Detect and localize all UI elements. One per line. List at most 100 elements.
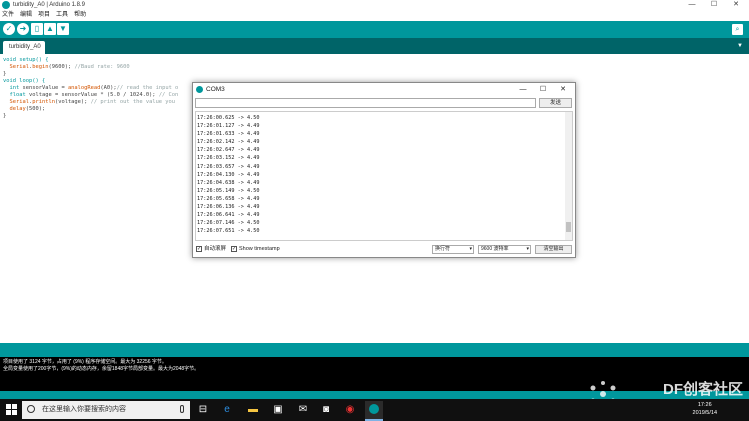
serial-line: 17:26:06.136 -> 4.49	[197, 204, 260, 211]
edge-browser-icon[interactable]: e	[220, 403, 234, 417]
new-sketch-icon[interactable]: ▯	[31, 23, 43, 35]
serial-line: 17:26:01.633 -> 4.49	[197, 131, 260, 138]
netease-music-icon[interactable]: ◉	[343, 403, 357, 417]
code-token: }	[3, 71, 7, 77]
clock-time: 17:26	[697, 402, 712, 408]
save-sketch-icon[interactable]: ▼	[57, 23, 69, 35]
line-ending-select[interactable]: 换行符 ▾	[432, 245, 474, 254]
arduino-app-icon	[2, 1, 10, 9]
minimize-icon[interactable]: —	[681, 0, 703, 10]
code-token: //Baud rate: 9600	[74, 64, 130, 70]
ide-menu-bar: 文件 编辑 项目 工具 帮助	[0, 10, 749, 21]
serial-line: 17:26:04.130 -> 4.49	[197, 171, 260, 178]
baud-rate-select[interactable]: 9600 波特率 ▾	[478, 245, 531, 254]
serial-line: 17:26:01.127 -> 4.49	[197, 123, 260, 130]
code-token: begin	[32, 64, 49, 70]
code-line: }	[3, 71, 749, 78]
serial-monitor-title-bar: COM3 — ☐ ✕	[193, 83, 575, 96]
windows-taskbar: 在这里输入你要搜索的内容 ⊟ e ▬ ▣ ✉ ◙ ◉ 17:26 2019/5/…	[0, 399, 749, 421]
mail-icon[interactable]: ✉	[296, 403, 310, 417]
taskbar-search-input[interactable]: 在这里输入你要搜索的内容	[22, 401, 190, 419]
maximize-icon[interactable]: ☐	[703, 0, 725, 10]
code-token: (9600);	[48, 64, 75, 70]
maximize-icon[interactable]: ☐	[533, 83, 553, 96]
serial-line: 17:26:02.142 -> 4.49	[197, 139, 260, 146]
tab-menu-icon[interactable]: ▼	[735, 42, 745, 51]
autoscroll-label: 自动滚屏	[204, 246, 227, 252]
code-token: Serial	[9, 99, 29, 105]
code-token: // Con	[158, 92, 179, 98]
serial-line: 17:26:05.658 -> 4.49	[197, 195, 260, 202]
clear-output-button[interactable]: 清空输出	[535, 245, 572, 254]
code-line: void setup() {	[3, 57, 749, 64]
code-token: Serial	[9, 64, 29, 70]
task-view-icon[interactable]: ⊟	[196, 403, 210, 417]
close-icon[interactable]: ✕	[725, 0, 747, 10]
menu-file[interactable]: 文件	[2, 12, 14, 18]
chevron-down-icon: ▾	[469, 246, 472, 252]
code-token: (500);	[25, 106, 46, 112]
code-line: Serial.begin(9600); //Baud rate: 9600	[3, 64, 749, 71]
search-icon	[27, 405, 35, 413]
serial-line: 17:26:03.152 -> 4.49	[197, 155, 260, 162]
close-icon[interactable]: ✕	[553, 83, 573, 96]
taskbar-clock[interactable]: 17:26 2019/5/14	[693, 401, 717, 417]
serial-monitor-footer: ✓ 自动滚屏 ✓ Show timestamp 换行符 ▾ 9600 波特率 ▾…	[193, 243, 575, 257]
serial-output: 17:26:00.625 -> 4.50 17:26:01.127 -> 4.49…	[195, 111, 573, 241]
serial-line: 17:26:00.625 -> 4.50	[197, 115, 260, 121]
open-sketch-icon[interactable]: ▲	[44, 23, 56, 35]
ide-window-title: turbidity_A0 | Arduino 1.8.9	[13, 2, 85, 8]
code-token: }	[3, 113, 7, 119]
code-token: void loop() {	[3, 78, 46, 84]
code-token: float	[9, 92, 26, 98]
serial-line: 17:26:03.657 -> 4.49	[197, 163, 260, 170]
arduino-app-icon	[196, 86, 203, 93]
tab-turbidity[interactable]: turbidity_A0	[3, 41, 45, 54]
ide-title-bar: turbidity_A0 | Arduino 1.8.9 — ☐ ✕	[0, 0, 749, 10]
timestamp-label: Show timestamp	[239, 246, 280, 252]
line-ending-value: 换行符	[435, 246, 451, 252]
autoscroll-checkbox[interactable]: ✓	[196, 246, 202, 252]
sketch-tab-bar: turbidity_A0 ▼	[0, 38, 749, 54]
serial-monitor-title: COM3	[206, 86, 225, 93]
menu-sketch[interactable]: 项目	[38, 12, 50, 18]
send-button[interactable]: 发送	[539, 98, 572, 108]
search-placeholder: 在这里输入你要搜索的内容	[42, 406, 126, 413]
serial-monitor-icon[interactable]: ⌕	[732, 24, 743, 35]
chevron-down-icon: ▾	[526, 246, 529, 252]
timestamp-checkbox[interactable]: ✓	[231, 246, 237, 252]
windows-start-icon[interactable]	[6, 404, 18, 416]
menu-help[interactable]: 帮助	[74, 12, 86, 18]
code-token: delay	[9, 106, 26, 112]
microphone-icon[interactable]	[180, 405, 184, 413]
serial-line: 17:26:04.638 -> 4.49	[197, 179, 260, 186]
minimize-icon[interactable]: —	[513, 83, 533, 96]
code-token: sensorValue =	[19, 85, 68, 91]
verify-icon[interactable]: ✓	[3, 23, 15, 35]
editor-divider	[0, 343, 749, 357]
clock-date: 2019/5/14	[692, 410, 717, 416]
menu-tools[interactable]: 工具	[56, 12, 68, 18]
code-token: (A0);	[100, 85, 117, 91]
code-token: analogRead	[67, 85, 101, 91]
baud-rate-value: 9600 波特率	[481, 246, 509, 252]
serial-line: 17:26:02.647 -> 4.49	[197, 147, 260, 154]
camera-icon[interactable]: ◙	[319, 403, 333, 417]
upload-icon[interactable]: ➜	[17, 23, 29, 35]
code-token: println	[32, 99, 55, 105]
console-line: 项目使用了 3124 字节，占用了 (9%) 程序存储空间。最大为 32256 …	[3, 359, 167, 365]
code-token: void setup() {	[3, 57, 49, 63]
serial-line: 17:26:06.641 -> 4.49	[197, 212, 260, 219]
serial-line: 17:26:07.146 -> 4.50	[197, 220, 260, 227]
store-icon[interactable]: ▣	[271, 403, 285, 417]
code-token: int	[9, 85, 20, 91]
serial-send-input[interactable]	[195, 98, 536, 108]
serial-line: 17:26:05.149 -> 4.50	[197, 187, 260, 194]
arduino-taskbar-icon[interactable]	[365, 401, 383, 421]
serial-monitor-window: COM3 — ☐ ✕ 发送 17:26:00.625 -> 4.50 17:26:…	[192, 82, 576, 258]
code-token: voltage = sensorValue * (5.0 / 1024.0);	[25, 92, 159, 98]
file-explorer-icon[interactable]: ▬	[246, 403, 260, 417]
menu-edit[interactable]: 编辑	[20, 12, 32, 18]
serial-output-scrollbar[interactable]	[565, 112, 572, 240]
scrollbar-thumb[interactable]	[566, 222, 571, 232]
